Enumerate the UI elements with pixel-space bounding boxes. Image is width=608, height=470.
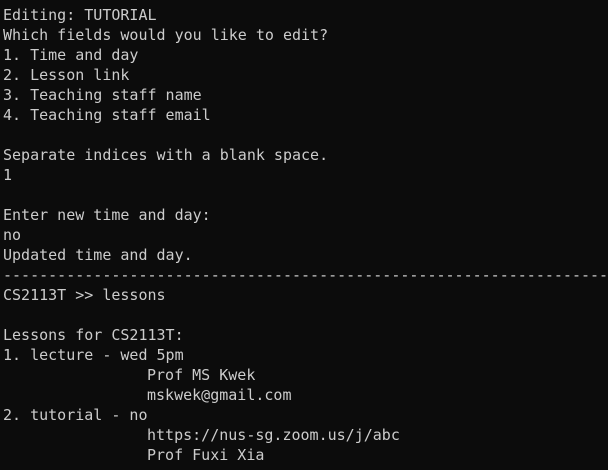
update-confirmation: Updated time and day. [3,246,193,264]
lesson-tutorial-link: https://nus-sg.zoom.us/j/abc [147,426,400,444]
lesson-tutorial-title: 2. tutorial - no [3,406,148,424]
command-line: CS2113T >> lessons [3,286,166,304]
lesson-lecture-staff-name: Prof MS Kwek [147,366,256,384]
field-option-lesson-link: 2. Lesson link [3,66,130,84]
field-option-time-and-day: 1. Time and day [3,46,139,64]
enter-time-prompt: Enter new time and day: [3,206,211,224]
field-option-staff-email: 4. Teaching staff email [3,106,211,124]
separate-indices-hint: Separate indices with a blank space. [3,146,329,164]
lessons-header: Lessons for CS2113T: [3,326,184,344]
field-option-staff-name: 3. Teaching staff name [3,86,202,104]
lesson-tutorial-staff-name: Prof Fuxi Xia [147,446,265,464]
edit-question: Which fields would you like to edit? [3,26,329,44]
editing-title: Editing: TUTORIAL [3,6,157,24]
lesson-lecture-title: 1. lecture - wed 5pm [3,346,184,364]
time-input: no [3,226,22,244]
indices-input: 1 [3,166,13,184]
terminal-window[interactable]: Editing: TUTORIAL Which fields would you… [0,0,608,470]
lesson-lecture-staff-email: mskwek@gmail.com [147,386,292,404]
divider-line: ----------------------------------------… [3,266,608,284]
